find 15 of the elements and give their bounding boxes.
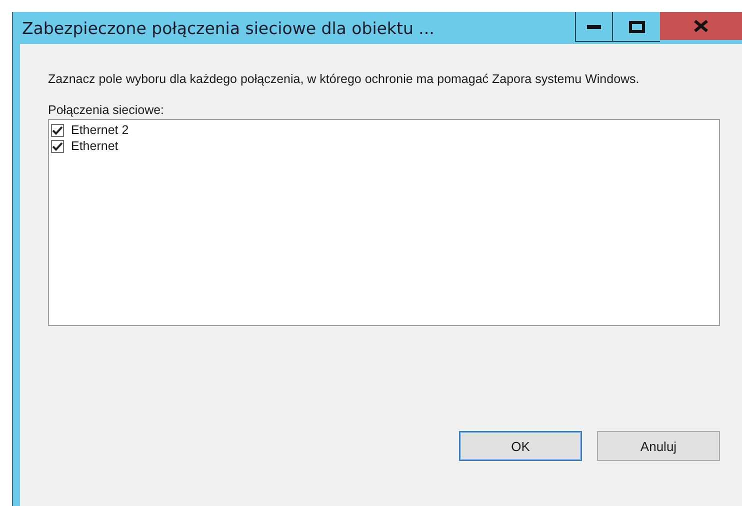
maximize-icon: [628, 20, 644, 32]
minimize-icon: [587, 24, 601, 28]
close-button[interactable]: [660, 12, 742, 40]
list-label: Połączenia sieciowe:: [48, 103, 166, 118]
cancel-button[interactable]: Anuluj: [597, 431, 720, 461]
checkbox[interactable]: [51, 124, 64, 136]
connection-label[interactable]: Ethernet 2: [71, 123, 129, 137]
description-text: Zaznacz pole wyboru dla każdego połączenia, w którego ochronie ma pomagać Zapora systemu Windows.: [48, 72, 640, 87]
maximize-button[interactable]: [612, 12, 660, 42]
close-icon: [694, 20, 708, 32]
minimize-button[interactable]: [575, 12, 612, 42]
connection-label[interactable]: Ethernet: [71, 139, 118, 153]
window-title: Zabezpieczone połączenia sieciowe dla obiektu ...: [21, 18, 436, 38]
ok-button[interactable]: OK: [459, 431, 582, 461]
checkbox[interactable]: [51, 140, 64, 152]
